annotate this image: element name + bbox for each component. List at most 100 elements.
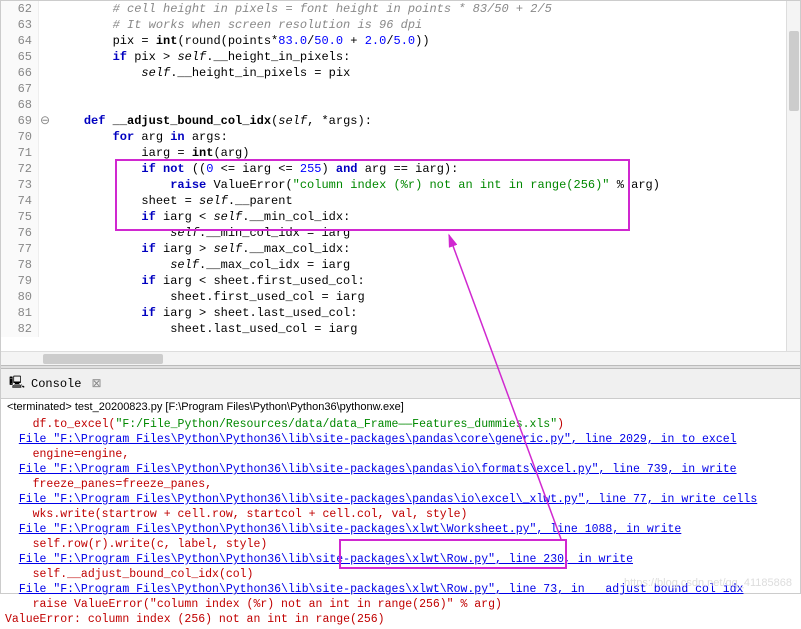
line-number: 67 xyxy=(1,81,39,97)
traceback-file-link[interactable]: File "F:\Program Files\Python\Python36\l… xyxy=(19,553,633,566)
console-line: raise ValueError("column index (%r) not … xyxy=(5,597,796,612)
console-line: File "F:\Program Files\Python\Python36\l… xyxy=(5,432,796,447)
console-icon: 🖳 xyxy=(9,373,25,394)
code-content[interactable]: # cell height in pixels = font height in… xyxy=(51,1,800,17)
fold-indicator xyxy=(39,273,51,289)
console-line: File "F:\Program Files\Python\Python36\l… xyxy=(5,522,796,537)
console-line: freeze_panes=freeze_panes, xyxy=(5,477,796,492)
line-number: 69 xyxy=(1,113,39,129)
console-output[interactable]: df.to_excel("F:/File_Python/Resources/da… xyxy=(1,415,800,629)
line-number: 77 xyxy=(1,241,39,257)
fold-indicator xyxy=(39,305,51,321)
code-content[interactable] xyxy=(51,97,800,113)
code-line[interactable]: 74 sheet = self.__parent xyxy=(1,193,800,209)
code-content[interactable]: self.__min_col_idx = iarg xyxy=(51,225,800,241)
console-tab-label[interactable]: Console xyxy=(31,377,81,391)
code-content[interactable]: if iarg > self.__max_col_idx: xyxy=(51,241,800,257)
fold-indicator xyxy=(39,65,51,81)
line-number: 79 xyxy=(1,273,39,289)
line-number: 70 xyxy=(1,129,39,145)
code-content[interactable]: if iarg > sheet.last_used_col: xyxy=(51,305,800,321)
watermark: https://blog.csdn.net/qq_41185868 xyxy=(624,577,792,589)
code-line[interactable]: 79 if iarg < sheet.first_used_col: xyxy=(1,273,800,289)
code-editor[interactable]: 62 # cell height in pixels = font height… xyxy=(1,1,800,351)
code-content[interactable]: pix = int(round(points*83.0/50.0 + 2.0/5… xyxy=(51,33,800,49)
line-number: 71 xyxy=(1,145,39,161)
code-content[interactable]: def __adjust_bound_col_idx(self, *args): xyxy=(51,113,800,129)
fold-indicator xyxy=(39,321,51,337)
code-line[interactable]: 69⊖ def __adjust_bound_col_idx(self, *ar… xyxy=(1,113,800,129)
code-line[interactable]: 62 # cell height in pixels = font height… xyxy=(1,1,800,17)
code-line[interactable]: 68 xyxy=(1,97,800,113)
console-line: engine=engine, xyxy=(5,447,796,462)
code-line[interactable]: 82 sheet.last_used_col = iarg xyxy=(1,321,800,337)
code-content[interactable]: sheet.first_used_col = iarg xyxy=(51,289,800,305)
fold-indicator xyxy=(39,33,51,49)
scrollbar-thumb[interactable] xyxy=(789,31,799,111)
code-content[interactable]: if iarg < self.__min_col_idx: xyxy=(51,209,800,225)
line-number: 63 xyxy=(1,17,39,33)
code-line[interactable]: 78 self.__max_col_idx = iarg xyxy=(1,257,800,273)
code-line[interactable]: 80 sheet.first_used_col = iarg xyxy=(1,289,800,305)
fold-indicator xyxy=(39,161,51,177)
code-content[interactable]: raise ValueError("column index (%r) not … xyxy=(51,177,800,193)
code-content[interactable] xyxy=(51,81,800,97)
traceback-file-link[interactable]: File "F:\Program Files\Python\Python36\l… xyxy=(19,523,682,536)
code-line[interactable]: 64 pix = int(round(points*83.0/50.0 + 2.… xyxy=(1,33,800,49)
fold-indicator xyxy=(39,209,51,225)
traceback-file-link[interactable]: File "F:\Program Files\Python\Python36\l… xyxy=(19,463,737,476)
console-terminated-label: <terminated> test_20200823.py [F:\Progra… xyxy=(1,399,800,415)
code-line[interactable]: 67 xyxy=(1,81,800,97)
scrollbar-thumb[interactable] xyxy=(43,354,163,364)
code-content[interactable]: iarg = int(arg) xyxy=(51,145,800,161)
line-number: 80 xyxy=(1,289,39,305)
fold-indicator xyxy=(39,193,51,209)
line-number: 78 xyxy=(1,257,39,273)
line-number: 75 xyxy=(1,209,39,225)
fold-indicator xyxy=(39,145,51,161)
line-number: 72 xyxy=(1,161,39,177)
console-line: File "F:\Program Files\Python\Python36\l… xyxy=(5,552,796,567)
code-line[interactable]: 76 self.__min_col_idx = iarg xyxy=(1,225,800,241)
console-line: self.row(r).write(c, label, style) xyxy=(5,537,796,552)
code-line[interactable]: 81 if iarg > sheet.last_used_col: xyxy=(1,305,800,321)
code-content[interactable]: if pix > self.__height_in_pixels: xyxy=(51,49,800,65)
code-content[interactable]: self.__max_col_idx = iarg xyxy=(51,257,800,273)
code-line[interactable]: 72 if not ((0 <= iarg <= 255) and arg ==… xyxy=(1,161,800,177)
console-tab-bar: 🖳 Console ⊠ xyxy=(1,369,800,399)
fold-indicator xyxy=(39,177,51,193)
fold-indicator xyxy=(39,1,51,17)
code-line[interactable]: 73 raise ValueError("column index (%r) n… xyxy=(1,177,800,193)
code-line[interactable]: 63 # It works when screen resolution is … xyxy=(1,17,800,33)
code-line[interactable]: 71 iarg = int(arg) xyxy=(1,145,800,161)
console-line: wks.write(startrow + cell.row, startcol … xyxy=(5,507,796,522)
fold-indicator xyxy=(39,81,51,97)
line-number: 74 xyxy=(1,193,39,209)
code-content[interactable]: sheet = self.__parent xyxy=(51,193,800,209)
fold-indicator xyxy=(39,241,51,257)
traceback-file-link[interactable]: File "F:\Program Files\Python\Python36\l… xyxy=(19,433,737,446)
code-line[interactable]: 65 if pix > self.__height_in_pixels: xyxy=(1,49,800,65)
code-line[interactable]: 66 self.__height_in_pixels = pix xyxy=(1,65,800,81)
fold-indicator xyxy=(39,17,51,33)
code-content[interactable]: self.__height_in_pixels = pix xyxy=(51,65,800,81)
code-line[interactable]: 77 if iarg > self.__max_col_idx: xyxy=(1,241,800,257)
code-content[interactable]: if iarg < sheet.first_used_col: xyxy=(51,273,800,289)
code-line[interactable]: 70 for arg in args: xyxy=(1,129,800,145)
code-content[interactable]: if not ((0 <= iarg <= 255) and arg == ia… xyxy=(51,161,800,177)
line-number: 62 xyxy=(1,1,39,17)
code-content[interactable]: for arg in args: xyxy=(51,129,800,145)
line-number: 82 xyxy=(1,321,39,337)
fold-indicator xyxy=(39,257,51,273)
editor-vertical-scrollbar[interactable] xyxy=(786,1,800,351)
code-line[interactable]: 75 if iarg < self.__min_col_idx: xyxy=(1,209,800,225)
close-icon[interactable]: ⊠ xyxy=(91,376,101,391)
line-number: 65 xyxy=(1,49,39,65)
traceback-file-link[interactable]: File "F:\Program Files\Python\Python36\l… xyxy=(19,493,757,506)
code-content[interactable]: sheet.last_used_col = iarg xyxy=(51,321,800,337)
editor-horizontal-scrollbar[interactable] xyxy=(1,351,800,365)
code-content[interactable]: # It works when screen resolution is 96 … xyxy=(51,17,800,33)
console-line: File "F:\Program Files\Python\Python36\l… xyxy=(5,492,796,507)
fold-indicator[interactable]: ⊖ xyxy=(39,113,51,129)
line-number: 64 xyxy=(1,33,39,49)
